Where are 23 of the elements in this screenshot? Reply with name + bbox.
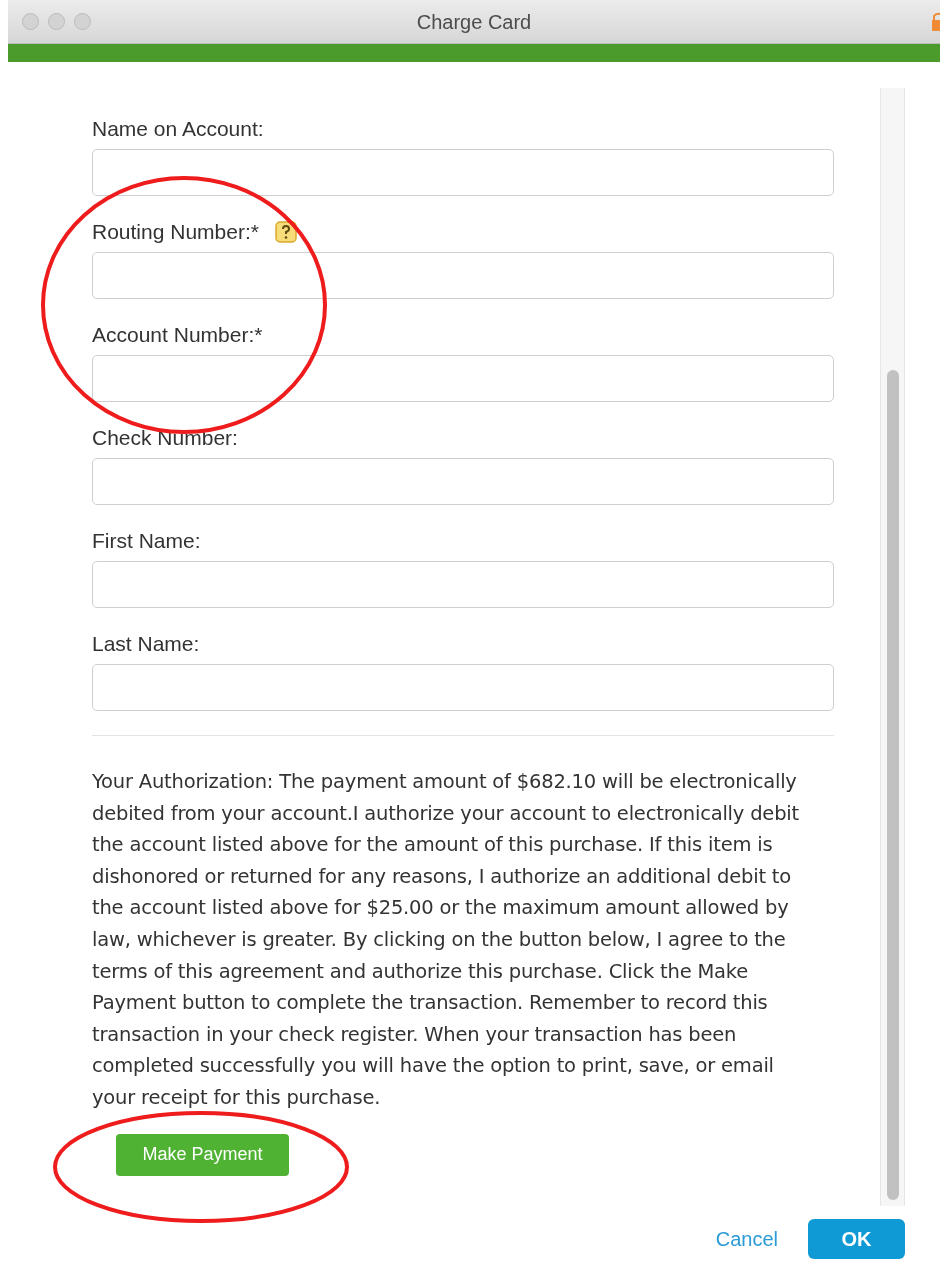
input-field[interactable] xyxy=(92,458,834,505)
input-field[interactable] xyxy=(92,149,834,196)
field-label: First Name: xyxy=(92,528,201,555)
field-label: Account Number:* xyxy=(92,322,263,349)
help-icon[interactable] xyxy=(274,221,297,243)
field-label: Last Name: xyxy=(92,631,200,658)
make-payment-button[interactable]: Make Payment xyxy=(116,1133,289,1176)
window-control-icon[interactable] xyxy=(48,13,65,30)
cancel-link[interactable]: Cancel xyxy=(715,1224,778,1254)
scrollbar-thumb[interactable] xyxy=(886,370,899,1200)
ok-button[interactable]: OK xyxy=(808,1219,905,1259)
input-field[interactable] xyxy=(92,252,834,299)
window-title: Charge Card xyxy=(416,9,532,35)
window-control-icon[interactable] xyxy=(74,13,91,30)
window-control-icon[interactable] xyxy=(22,13,39,30)
input-field[interactable] xyxy=(92,561,834,608)
input-field[interactable] xyxy=(92,664,834,711)
field-label: Check Number: xyxy=(92,425,238,452)
input-field[interactable] xyxy=(92,355,834,402)
field-label: Routing Number:* xyxy=(92,219,259,246)
lock-icon xyxy=(932,12,940,32)
field-label: Name on Account: xyxy=(92,116,264,143)
authorization-text: Your Authorization: The payment amount of $682.10 will be electronically debited from your account.I authorize your account to electronically debit the account listed above for the amount of this purchase. If this item is dishonored or returned for any reasons, I authorize an additional debit to the account listed above for $25.00 or the maximum amount allowed by law, whichever is greater. By clicking on the button below, I agree to the terms of this agreement and authorize this purchase. Click the Make Payment button to complete the transaction. Remember to record this transaction in your check register. When your transaction has been completed successfully you will have the option to print, save, or email your receipt for this purchase. xyxy=(92,769,800,1111)
